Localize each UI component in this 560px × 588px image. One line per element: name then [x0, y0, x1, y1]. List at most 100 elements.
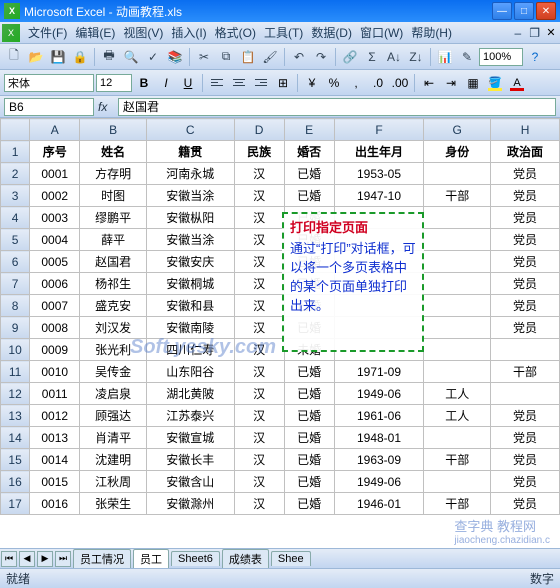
- align-right-button[interactable]: [251, 73, 271, 93]
- cell[interactable]: 0004: [30, 229, 80, 251]
- cell[interactable]: 顾强达: [80, 405, 147, 427]
- row-header[interactable]: 17: [1, 493, 30, 515]
- cell[interactable]: 党员: [491, 427, 560, 449]
- select-all-corner[interactable]: [1, 119, 30, 141]
- bold-button[interactable]: B: [134, 73, 154, 93]
- row-1[interactable]: 1: [1, 141, 30, 163]
- cell[interactable]: 汉: [234, 493, 284, 515]
- cell[interactable]: 湖北黄陂: [146, 383, 234, 405]
- table-row[interactable]: 80007盛克安安徽和县汉已婚党员: [1, 295, 560, 317]
- menu-data[interactable]: 数据(D): [307, 22, 356, 43]
- cell[interactable]: 汉: [234, 317, 284, 339]
- cell[interactable]: 1949-06: [334, 471, 424, 493]
- cell[interactable]: 1963-09: [334, 449, 424, 471]
- menu-help[interactable]: 帮助(H): [407, 22, 456, 43]
- cell[interactable]: 0002: [30, 185, 80, 207]
- sort-asc-icon[interactable]: A↓: [384, 47, 404, 67]
- cell[interactable]: 1947-10: [334, 185, 424, 207]
- row-header[interactable]: 14: [1, 427, 30, 449]
- cell[interactable]: 汉: [234, 471, 284, 493]
- cell[interactable]: 盛克安: [80, 295, 147, 317]
- menu-view[interactable]: 视图(V): [119, 22, 167, 43]
- cell[interactable]: [424, 251, 491, 273]
- cell[interactable]: 0008: [30, 317, 80, 339]
- cell[interactable]: 党员: [491, 251, 560, 273]
- worksheet-grid[interactable]: A B C D E F G H 1 序号 姓名 籍贯 民族 婚否 出生年月 身份…: [0, 118, 560, 548]
- cell[interactable]: [424, 295, 491, 317]
- tab-first-button[interactable]: ⏮: [1, 551, 17, 567]
- cell[interactable]: 安徽安庆: [146, 251, 234, 273]
- fill-color-button[interactable]: 🪣: [485, 74, 505, 92]
- row-header[interactable]: 12: [1, 383, 30, 405]
- cell[interactable]: [424, 273, 491, 295]
- cell[interactable]: 安徽枞阳: [146, 207, 234, 229]
- cell[interactable]: 汉: [234, 163, 284, 185]
- cell[interactable]: 干部: [491, 361, 560, 383]
- cell[interactable]: [424, 163, 491, 185]
- name-box[interactable]: B6: [4, 98, 94, 116]
- menu-file[interactable]: 文件(F): [24, 22, 71, 43]
- menu-format[interactable]: 格式(O): [211, 22, 260, 43]
- sheet-tab[interactable]: 员工情况: [73, 549, 131, 568]
- cell[interactable]: 汉: [234, 449, 284, 471]
- cell[interactable]: 已婚: [284, 185, 334, 207]
- merge-button[interactable]: ⊞: [273, 73, 293, 93]
- italic-button[interactable]: I: [156, 73, 176, 93]
- cell[interactable]: 已婚: [284, 427, 334, 449]
- dec-decimal-button[interactable]: .00: [390, 73, 410, 93]
- cell[interactable]: 汉: [234, 185, 284, 207]
- size-selector[interactable]: 12: [96, 74, 132, 92]
- table-row[interactable]: 100009张光利四川仁寿汉未婚: [1, 339, 560, 361]
- cell[interactable]: 安徽南陵: [146, 317, 234, 339]
- cell[interactable]: 已婚: [284, 405, 334, 427]
- save-icon[interactable]: 💾: [48, 47, 68, 67]
- col-D[interactable]: D: [234, 119, 284, 141]
- comma-button[interactable]: ,: [346, 73, 366, 93]
- chart-icon[interactable]: 📊: [435, 47, 455, 67]
- table-row[interactable]: 30002时图安徽当涂汉已婚1947-10干部党员: [1, 185, 560, 207]
- row-header[interactable]: 10: [1, 339, 30, 361]
- font-color-button[interactable]: A: [507, 74, 527, 92]
- cell[interactable]: [491, 383, 560, 405]
- cell[interactable]: 党员: [491, 317, 560, 339]
- row-header[interactable]: 6: [1, 251, 30, 273]
- table-row[interactable]: 160015江秋周安徽含山汉已婚1949-06党员: [1, 471, 560, 493]
- cell[interactable]: 汉: [234, 405, 284, 427]
- cell[interactable]: 凌启泉: [80, 383, 147, 405]
- table-row[interactable]: 50004薛平安徽当涂汉已婚党员: [1, 229, 560, 251]
- table-row[interactable]: 40003缪鹏平安徽枞阳汉已婚党员: [1, 207, 560, 229]
- cell[interactable]: 干部: [424, 185, 491, 207]
- column-headers[interactable]: A B C D E F G H: [1, 119, 560, 141]
- table-row[interactable]: 120011凌启泉湖北黄陂汉已婚1949-06工人: [1, 383, 560, 405]
- zoom-combo[interactable]: 100%: [479, 48, 523, 66]
- table-row[interactable]: 140013肖清平安徽宣城汉已婚1948-01党员: [1, 427, 560, 449]
- cell[interactable]: 张光利: [80, 339, 147, 361]
- cell[interactable]: 汉: [234, 295, 284, 317]
- cell[interactable]: 安徽当涂: [146, 229, 234, 251]
- cell[interactable]: 干部: [424, 449, 491, 471]
- cell[interactable]: 0016: [30, 493, 80, 515]
- cell[interactable]: 1948-01: [334, 427, 424, 449]
- format-painter-icon[interactable]: 🖌: [260, 47, 280, 67]
- align-center-button[interactable]: [229, 73, 249, 93]
- row-header[interactable]: 2: [1, 163, 30, 185]
- cell[interactable]: 党员: [491, 229, 560, 251]
- cell[interactable]: [491, 339, 560, 361]
- cell[interactable]: 汉: [234, 361, 284, 383]
- autosum-icon[interactable]: Σ: [362, 47, 382, 67]
- row-header[interactable]: 5: [1, 229, 30, 251]
- cell[interactable]: 江秋周: [80, 471, 147, 493]
- cell[interactable]: 已婚: [284, 449, 334, 471]
- cell[interactable]: 0009: [30, 339, 80, 361]
- col-G[interactable]: G: [424, 119, 491, 141]
- menu-window[interactable]: 窗口(W): [356, 22, 407, 43]
- tab-last-button[interactable]: ⏭: [55, 551, 71, 567]
- research-icon[interactable]: 📚: [165, 47, 185, 67]
- cell[interactable]: 已婚: [284, 163, 334, 185]
- align-left-button[interactable]: [207, 73, 227, 93]
- fx-icon[interactable]: fx: [98, 100, 114, 114]
- cell[interactable]: [424, 317, 491, 339]
- cell[interactable]: 汉: [234, 383, 284, 405]
- cell[interactable]: 0006: [30, 273, 80, 295]
- col-C[interactable]: C: [146, 119, 234, 141]
